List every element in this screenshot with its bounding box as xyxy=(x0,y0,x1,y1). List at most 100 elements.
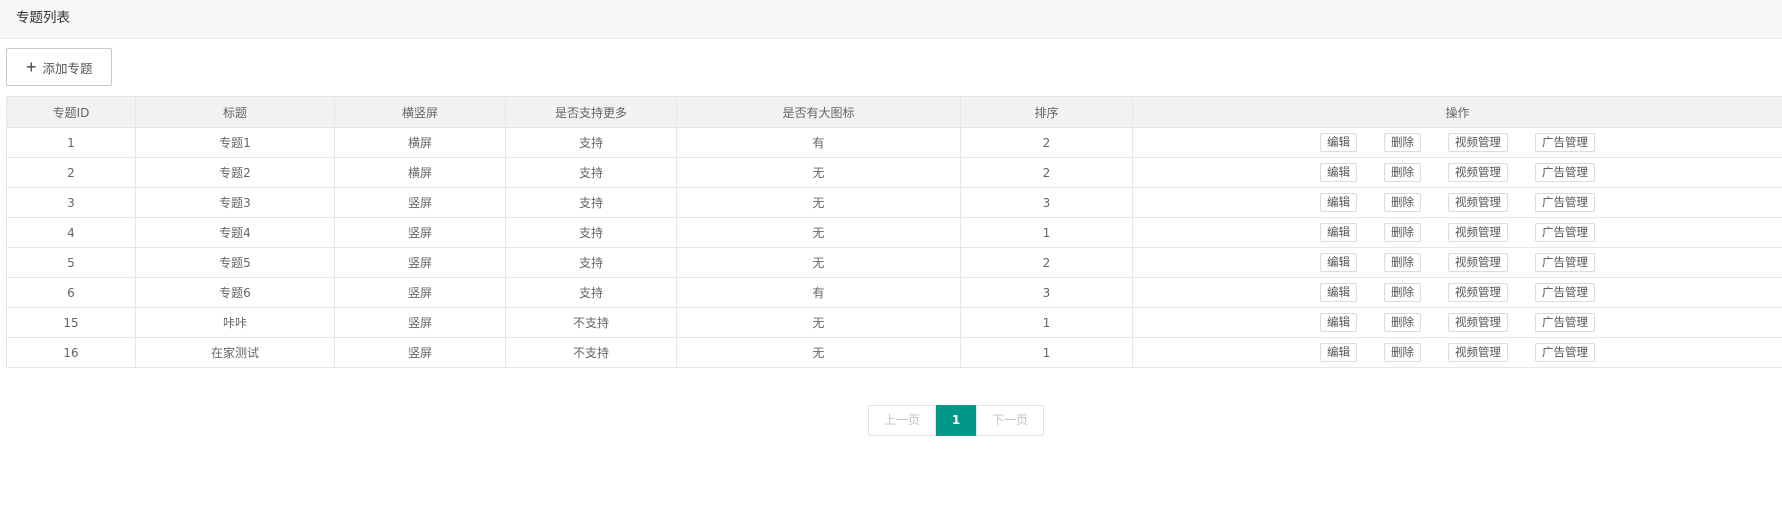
cell-orientation: 竖屏 xyxy=(334,337,506,368)
cell-actions: 编辑 删除 视频管理 广告管理 xyxy=(1132,217,1782,248)
cell-title: 专题3 xyxy=(135,187,335,218)
table-row: 6 专题6 竖屏 支持有 3 编辑 删除 视频管理 广告管理 xyxy=(6,277,1782,308)
add-topic-button[interactable]: + 添加专题 xyxy=(6,48,112,86)
ad-manage-button[interactable]: 广告管理 xyxy=(1535,283,1595,302)
cell-actions: 编辑 删除 视频管理 广告管理 xyxy=(1132,307,1782,338)
cell-actions: 编辑 删除 视频管理 广告管理 xyxy=(1132,127,1782,158)
column-header-id[interactable]: 专题ID xyxy=(6,96,136,128)
edit-button[interactable]: 编辑 xyxy=(1320,163,1357,182)
column-header-actions: 操作 xyxy=(1132,96,1782,128)
edit-button[interactable]: 编辑 xyxy=(1320,253,1357,272)
cell-support-more: 支持 xyxy=(505,247,677,278)
ad-manage-button[interactable]: 广告管理 xyxy=(1535,253,1595,272)
cell-sort: 2 xyxy=(960,127,1133,158)
ad-manage-button[interactable]: 广告管理 xyxy=(1535,223,1595,242)
table-row: 3 专题3 竖屏 支持无 3 编辑 删除 视频管理 广告管理 xyxy=(6,187,1782,218)
edit-button[interactable]: 编辑 xyxy=(1320,313,1357,332)
cell-big-icon: 有 xyxy=(676,277,961,308)
video-manage-button[interactable]: 视频管理 xyxy=(1448,133,1508,152)
cell-id: 1 xyxy=(6,127,136,158)
page-number-current[interactable]: 1 xyxy=(936,405,976,436)
column-header-support-more[interactable]: 是否支持更多 xyxy=(505,96,677,128)
video-manage-button[interactable]: 视频管理 xyxy=(1448,253,1508,272)
cell-id: 6 xyxy=(6,277,136,308)
delete-button[interactable]: 删除 xyxy=(1384,343,1421,362)
cell-actions: 编辑 删除 视频管理 广告管理 xyxy=(1132,277,1782,308)
ad-manage-button[interactable]: 广告管理 xyxy=(1535,313,1595,332)
cell-support-more: 支持 xyxy=(505,277,677,308)
add-topic-label: 添加专题 xyxy=(42,61,93,76)
cell-title: 专题4 xyxy=(135,217,335,248)
cell-support-more: 支持 xyxy=(505,217,677,248)
video-manage-button[interactable]: 视频管理 xyxy=(1448,193,1508,212)
cell-big-icon: 无 xyxy=(676,187,961,218)
delete-button[interactable]: 删除 xyxy=(1384,163,1421,182)
delete-button[interactable]: 删除 xyxy=(1384,253,1421,272)
page-header: 专题列表 xyxy=(0,0,1782,39)
next-page-button[interactable]: 下一页 xyxy=(976,405,1044,436)
pagination: 上一页 1 下一页 xyxy=(868,405,1044,436)
cell-id: 3 xyxy=(6,187,136,218)
cell-sort: 1 xyxy=(960,307,1133,338)
column-header-big-icon[interactable]: 是否有大图标 xyxy=(676,96,961,128)
video-manage-button[interactable]: 视频管理 xyxy=(1448,343,1508,362)
cell-actions: 编辑 删除 视频管理 广告管理 xyxy=(1132,187,1782,218)
table-row: 2 专题2 横屏 支持无 2 编辑 删除 视频管理 广告管理 xyxy=(6,157,1782,188)
table-row: 15 咔咔 竖屏 不支持无 1 编辑 删除 视频管理 广告管理 xyxy=(6,307,1782,338)
cell-title: 咔咔 xyxy=(135,307,335,338)
cell-sort: 1 xyxy=(960,337,1133,368)
cell-actions: 编辑 删除 视频管理 广告管理 xyxy=(1132,247,1782,278)
cell-sort: 3 xyxy=(960,187,1133,218)
column-header-sort[interactable]: 排序 xyxy=(960,96,1133,128)
cell-title: 专题5 xyxy=(135,247,335,278)
plus-icon: + xyxy=(26,57,37,77)
cell-big-icon: 无 xyxy=(676,157,961,188)
delete-button[interactable]: 删除 xyxy=(1384,193,1421,212)
column-header-title[interactable]: 标题 xyxy=(135,96,335,128)
cell-id: 15 xyxy=(6,307,136,338)
edit-button[interactable]: 编辑 xyxy=(1320,133,1357,152)
delete-button[interactable]: 删除 xyxy=(1384,133,1421,152)
ad-manage-button[interactable]: 广告管理 xyxy=(1535,133,1595,152)
edit-button[interactable]: 编辑 xyxy=(1320,343,1357,362)
table-row: 16 在家测试 竖屏 不支持无 1 编辑 删除 视频管理 广告管理 xyxy=(6,337,1782,368)
cell-sort: 3 xyxy=(960,277,1133,308)
table-row: 5 专题5 竖屏 支持无 2 编辑 删除 视频管理 广告管理 xyxy=(6,247,1782,278)
ad-manage-button[interactable]: 广告管理 xyxy=(1535,343,1595,362)
cell-support-more: 支持 xyxy=(505,127,677,158)
video-manage-button[interactable]: 视频管理 xyxy=(1448,163,1508,182)
cell-actions: 编辑 删除 视频管理 广告管理 xyxy=(1132,157,1782,188)
cell-id: 2 xyxy=(6,157,136,188)
cell-title: 专题6 xyxy=(135,277,335,308)
ad-manage-button[interactable]: 广告管理 xyxy=(1535,163,1595,182)
edit-button[interactable]: 编辑 xyxy=(1320,283,1357,302)
topic-table: 专题ID 标题 横竖屏 是否支持更多 是否有大图标 排序 操作 1 专题1 横屏 支持… xyxy=(6,96,1782,368)
cell-big-icon: 无 xyxy=(676,307,961,338)
cell-id: 5 xyxy=(6,247,136,278)
column-header-orientation[interactable]: 横竖屏 xyxy=(334,96,506,128)
table-header-row: 专题ID 标题 横竖屏 是否支持更多 是否有大图标 排序 操作 xyxy=(6,96,1782,128)
cell-sort: 2 xyxy=(960,157,1133,188)
cell-orientation: 横屏 xyxy=(334,157,506,188)
cell-big-icon: 无 xyxy=(676,217,961,248)
cell-orientation: 横屏 xyxy=(334,127,506,158)
cell-actions: 编辑 删除 视频管理 广告管理 xyxy=(1132,337,1782,368)
ad-manage-button[interactable]: 广告管理 xyxy=(1535,193,1595,212)
cell-title: 在家测试 xyxy=(135,337,335,368)
table-row: 1 专题1 横屏 支持有 2 编辑 删除 视频管理 广告管理 xyxy=(6,127,1782,158)
cell-support-more: 不支持 xyxy=(505,307,677,338)
delete-button[interactable]: 删除 xyxy=(1384,223,1421,242)
prev-page-button[interactable]: 上一页 xyxy=(868,405,936,436)
edit-button[interactable]: 编辑 xyxy=(1320,223,1357,242)
cell-sort: 1 xyxy=(960,217,1133,248)
video-manage-button[interactable]: 视频管理 xyxy=(1448,313,1508,332)
cell-id: 4 xyxy=(6,217,136,248)
cell-orientation: 竖屏 xyxy=(334,217,506,248)
video-manage-button[interactable]: 视频管理 xyxy=(1448,283,1508,302)
edit-button[interactable]: 编辑 xyxy=(1320,193,1357,212)
delete-button[interactable]: 删除 xyxy=(1384,283,1421,302)
cell-orientation: 竖屏 xyxy=(334,247,506,278)
video-manage-button[interactable]: 视频管理 xyxy=(1448,223,1508,242)
delete-button[interactable]: 删除 xyxy=(1384,313,1421,332)
cell-support-more: 支持 xyxy=(505,187,677,218)
